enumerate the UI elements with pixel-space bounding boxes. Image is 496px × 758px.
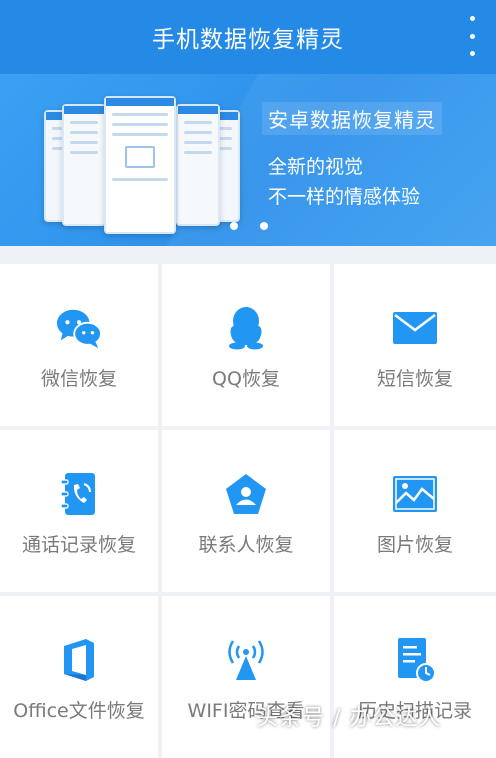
feature-label: 通话记录恢复 [21, 534, 136, 556]
watermark-text: 头条号 / 办公达人 [256, 706, 442, 731]
phone-mockup-center [104, 96, 176, 234]
carousel-dot-2[interactable] [260, 222, 268, 230]
feature-label: 联系人恢复 [198, 534, 294, 556]
promo-banner[interactable]: 安卓数据恢复精灵 全新的视觉 不一样的情感体验 [0, 74, 496, 246]
more-vertical-icon [469, 16, 475, 21]
phone-mockups-illustration [44, 96, 240, 236]
phone-mockup [176, 104, 220, 226]
feature-label: Office文件恢复 [13, 700, 145, 722]
feature-wechat-recovery[interactable]: 微信恢复 [0, 264, 162, 426]
feature-qq-recovery[interactable]: QQ恢复 [162, 264, 334, 426]
feature-label: 图片恢复 [376, 534, 453, 556]
feature-sms-recovery[interactable]: 短信恢复 [334, 264, 496, 426]
app-bar: 手机数据恢复精灵 [0, 0, 496, 74]
envelope-icon [391, 306, 439, 350]
menu-dot [469, 33, 475, 39]
banner-subtitle-2: 不一样的情感体验 [268, 186, 421, 208]
carousel-dot-1[interactable] [230, 222, 238, 230]
scan-history-icon [391, 638, 439, 683]
more-menu-button[interactable] [460, 16, 484, 56]
feature-grid: 微信恢复 QQ恢复 短信恢复 通话记录恢复 联系人恢复 图片恢复 Office文… [0, 264, 496, 758]
wifi-signal-icon [222, 638, 270, 682]
feature-scan-history[interactable]: 历史扫描记录 [334, 596, 496, 758]
app-title: 手机数据恢复精灵 [152, 27, 344, 53]
feature-label: 短信恢复 [376, 368, 453, 390]
office-icon [55, 638, 103, 682]
wechat-icon [55, 306, 103, 350]
picture-icon [391, 472, 439, 516]
carousel-indicator [230, 222, 268, 230]
feature-wifi-password[interactable]: WIFI密码查看 [162, 596, 334, 758]
qq-penguin-icon [222, 306, 270, 350]
phone-book-icon [55, 472, 103, 516]
feature-label: 微信恢复 [40, 368, 117, 390]
contact-pentagon-icon [222, 472, 270, 516]
feature-office-recovery[interactable]: Office文件恢复 [0, 596, 162, 758]
phone-mockup [62, 104, 106, 226]
banner-subtitle-1: 全新的视觉 [268, 156, 364, 178]
banner-headline: 安卓数据恢复精灵 [262, 102, 442, 135]
menu-dot [469, 51, 475, 56]
feature-contacts-recovery[interactable]: 联系人恢复 [162, 430, 334, 592]
feature-call-log-recovery[interactable]: 通话记录恢复 [0, 430, 162, 592]
feature-picture-recovery[interactable]: 图片恢复 [334, 430, 496, 592]
feature-label: QQ恢复 [212, 368, 280, 390]
